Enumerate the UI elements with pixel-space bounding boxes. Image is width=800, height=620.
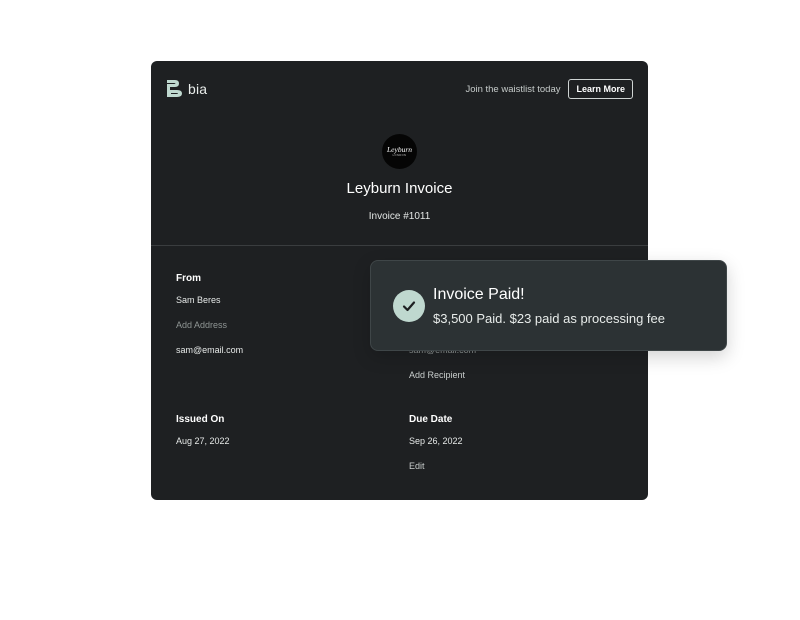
invoice-paid-toast: Invoice Paid! $3,500 Paid. $23 paid as p… <box>370 260 727 351</box>
company-logo-subtext: LONDON <box>392 153 407 157</box>
brand-name: bia <box>188 80 208 97</box>
add-recipient-link[interactable]: Add Recipient <box>409 370 465 380</box>
invoice-title: Leyburn Invoice <box>346 180 453 197</box>
bia-logo-icon <box>167 80 182 97</box>
toast-message: $3,500 Paid. $23 paid as processing fee <box>433 311 666 326</box>
from-name: Sam Beres <box>176 295 221 305</box>
company-logo: Leyburn LONDON <box>382 134 417 169</box>
from-heading: From <box>176 273 201 284</box>
stage: bia Join the waistlist today Learn More … <box>0 0 800 620</box>
toast-title: Invoice Paid! <box>433 286 525 303</box>
issued-on-date: Aug 27, 2022 <box>176 436 230 446</box>
waitlist-text: Join the waistlist today <box>465 83 561 95</box>
due-date-heading: Due Date <box>409 414 453 425</box>
issued-on-heading: Issued On <box>176 414 225 425</box>
learn-more-button[interactable]: Learn More <box>568 79 633 99</box>
section-divider <box>151 245 648 246</box>
header-actions: Join the waistlist today Learn More <box>465 79 633 99</box>
add-address-field[interactable]: Add Address <box>176 320 227 330</box>
invoice-number: Invoice #1011 <box>368 211 431 222</box>
check-circle-icon <box>393 290 425 322</box>
edit-due-date-link[interactable]: Edit <box>409 461 425 471</box>
company-logo-text: Leyburn <box>387 144 412 154</box>
from-email: sam@email.com <box>176 345 244 355</box>
due-date-value: Sep 26, 2022 <box>409 436 463 446</box>
brand-logo[interactable]: bia <box>166 79 207 98</box>
